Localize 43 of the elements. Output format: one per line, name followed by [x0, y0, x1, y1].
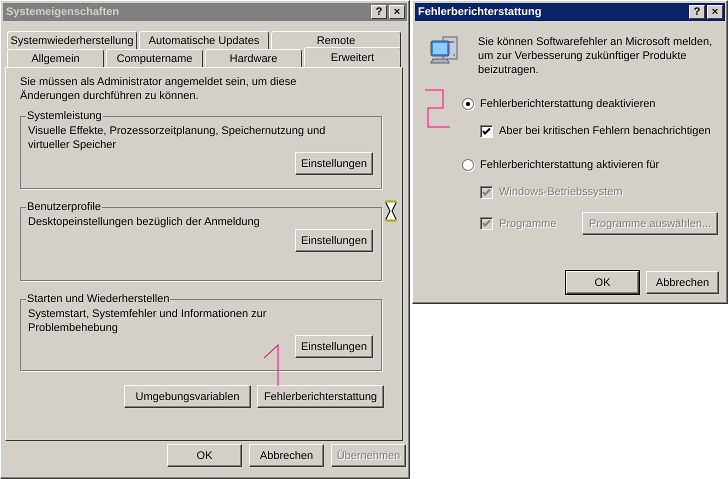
- tab[interactable]: Erweitert: [304, 47, 401, 67]
- settings-button[interactable]: Einstellungen: [295, 335, 373, 358]
- radio-option[interactable]: Fehlerberichterstattung aktivieren für: [462, 158, 725, 172]
- window-title: Fehlerberichterstattung: [418, 6, 542, 18]
- checkbox-label: Programme: [499, 216, 556, 230]
- hourglass-icon: [385, 200, 397, 222]
- close-button[interactable]: ×: [707, 5, 723, 19]
- tab[interactable]: Remote: [271, 31, 401, 49]
- tab[interactable]: Automatische Updates: [139, 31, 269, 49]
- dialog-button[interactable]: Abbrechen: [249, 444, 324, 467]
- option-label: Fehlerberichterstattung deaktivieren: [480, 97, 656, 111]
- annotation-line: [424, 90, 450, 128]
- option-label: Fehlerberichterstattung aktivieren für: [480, 158, 660, 172]
- group-title: Benutzerprofile: [26, 201, 102, 213]
- dialog-button[interactable]: Umgebungsvariablen: [124, 385, 251, 408]
- tab[interactable]: Allgemein: [7, 49, 104, 67]
- intro-text: Sie können Softwarefehler an Microsoft melden, um zur Verbesserung zukünftiger Produkte beizutragen.: [478, 35, 714, 77]
- group-title: Systemleistung: [26, 110, 103, 122]
- group-description: Desktopeinstellungen bezüglich der Anmeldung: [28, 215, 261, 229]
- group-description: Systemstart, Systemfehler und Informationen zur Problembehebung: [28, 307, 268, 335]
- radio-button[interactable]: [462, 98, 474, 110]
- radio-option[interactable]: Fehlerberichterstattung deaktivieren: [462, 97, 725, 111]
- radio-button[interactable]: [462, 159, 474, 171]
- help-button[interactable]: ?: [689, 5, 705, 19]
- checkbox-label: Aber bei kritischen Fehlern benachrichtigen: [499, 124, 711, 138]
- settings-button[interactable]: Einstellungen: [295, 229, 373, 252]
- dialog-button[interactable]: OK: [167, 444, 242, 467]
- help-button[interactable]: ?: [371, 5, 387, 19]
- checkbox-label: Windows-Betriebssystem: [499, 185, 622, 199]
- dialog-button[interactable]: Fehlerberichterstattung: [257, 385, 384, 408]
- tab[interactable]: Hardware: [205, 49, 302, 67]
- group-description: Visuelle Effekte, Prozessorzeitplanung, Speichernutzung und virtueller Speicher: [28, 124, 326, 152]
- window-title: Systemeigenschaften: [6, 6, 120, 18]
- dialog-button[interactable]: Abbrechen: [646, 271, 719, 294]
- settings-button[interactable]: Einstellungen: [295, 152, 373, 175]
- close-button[interactable]: ×: [389, 5, 405, 19]
- checkbox[interactable]: [480, 124, 493, 138]
- tab[interactable]: Computername: [106, 49, 203, 67]
- notice-text: Sie müssen als Administrator angemeldet sein, um diese Änderungen durchführen zu können.: [20, 75, 298, 103]
- group-title: Starten und Wiederherstellen: [26, 293, 170, 305]
- dialog-button[interactable]: OK: [566, 271, 639, 294]
- annotation-line: [264, 344, 278, 386]
- tab[interactable]: Systemwiederherstellung: [7, 31, 137, 49]
